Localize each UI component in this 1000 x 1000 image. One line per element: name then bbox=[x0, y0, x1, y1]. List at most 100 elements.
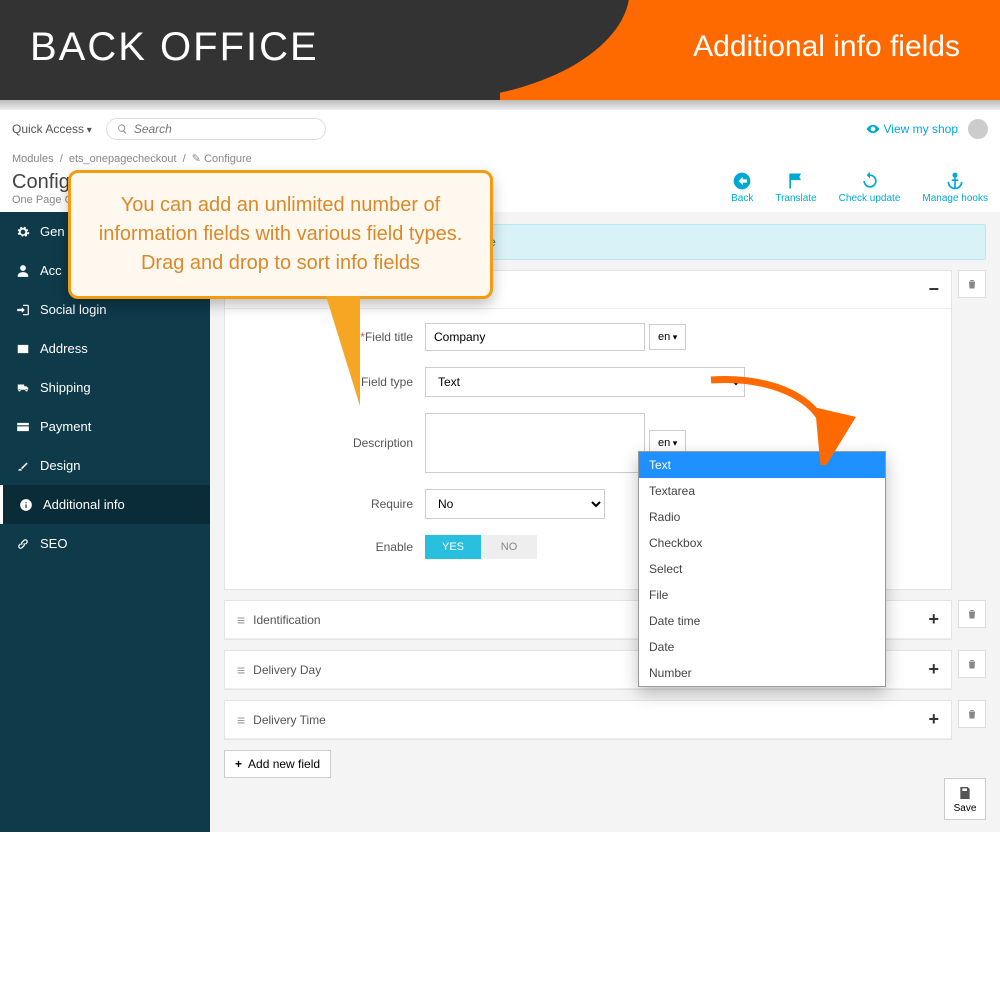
dropdown-option[interactable]: Number bbox=[639, 660, 885, 686]
collapse-button[interactable]: − bbox=[928, 279, 939, 300]
translate-label: Translate bbox=[775, 193, 816, 204]
sidebar-item-label: Payment bbox=[40, 419, 91, 434]
credit-card-icon bbox=[16, 420, 30, 434]
translate-button[interactable]: Translate bbox=[775, 171, 816, 206]
sidebar-item-label: Acc bbox=[40, 263, 62, 278]
expand-button[interactable]: + bbox=[928, 659, 939, 680]
card-icon bbox=[16, 342, 30, 356]
anchor-icon bbox=[945, 171, 965, 191]
info-icon bbox=[19, 498, 33, 512]
panel-title: Identification bbox=[253, 613, 320, 627]
sidebar: Gen Acc Social login Address Shipping Pa… bbox=[0, 212, 210, 832]
page-title: Config bbox=[12, 171, 73, 194]
drag-handle-icon[interactable]: ≡ bbox=[237, 612, 245, 628]
gear-icon bbox=[16, 225, 30, 239]
sidebar-item-label: SEO bbox=[40, 536, 67, 551]
label-require: Require bbox=[245, 497, 425, 511]
save-button[interactable]: Save bbox=[944, 778, 986, 820]
sidebar-item-label: Additional info bbox=[43, 497, 125, 512]
back-icon bbox=[732, 171, 752, 191]
help-callout: You can add an unlimited number of infor… bbox=[68, 170, 493, 299]
select-require[interactable]: No bbox=[425, 489, 605, 519]
crumb-modules[interactable]: Modules bbox=[12, 153, 54, 165]
expand-button[interactable]: + bbox=[928, 709, 939, 730]
trash-icon bbox=[966, 608, 978, 620]
breadcrumb: Modules / ets_onepagecheckout / ✎ Config… bbox=[0, 148, 1000, 169]
expand-button[interactable]: + bbox=[928, 609, 939, 630]
top-toolbar: Quick Access View my shop bbox=[0, 110, 1000, 148]
sidebar-item-design[interactable]: Design bbox=[0, 446, 210, 485]
sidebar-item-label: Design bbox=[40, 458, 80, 473]
view-shop-link[interactable]: View my shop bbox=[866, 122, 958, 136]
add-field-label: Add new field bbox=[248, 757, 320, 771]
refresh-icon bbox=[860, 171, 880, 191]
delete-button[interactable] bbox=[958, 700, 986, 728]
back-button[interactable]: Back bbox=[731, 171, 753, 206]
dropdown-option[interactable]: Textarea bbox=[639, 478, 885, 504]
search-box[interactable] bbox=[106, 118, 326, 140]
field-type-dropdown[interactable]: TextTextareaRadioCheckboxSelectFileDate … bbox=[638, 451, 886, 687]
eye-icon bbox=[866, 122, 880, 136]
sidebar-item-seo[interactable]: SEO bbox=[0, 524, 210, 563]
dropdown-option[interactable]: Select bbox=[639, 556, 885, 582]
check-label: Check update bbox=[839, 193, 901, 204]
banner-title-left: BACK OFFICE bbox=[30, 25, 319, 70]
crumb-module[interactable]: ets_onepagecheckout bbox=[69, 153, 177, 165]
input-field-title[interactable] bbox=[425, 323, 645, 351]
sidebar-item-additional-info[interactable]: Additional info bbox=[0, 485, 210, 524]
label-enable: Enable bbox=[245, 540, 425, 554]
textarea-description[interactable] bbox=[425, 413, 645, 473]
link-icon bbox=[16, 537, 30, 551]
truck-icon bbox=[16, 381, 30, 395]
save-label: Save bbox=[954, 803, 977, 814]
add-field-button[interactable]: Add new field bbox=[224, 750, 331, 778]
dropdown-option[interactable]: Date bbox=[639, 634, 885, 660]
login-icon bbox=[16, 303, 30, 317]
dropdown-option[interactable]: File bbox=[639, 582, 885, 608]
drag-handle-icon[interactable]: ≡ bbox=[237, 712, 245, 728]
user-icon bbox=[16, 264, 30, 278]
manage-hooks-button[interactable]: Manage hooks bbox=[922, 171, 988, 206]
delete-button[interactable] bbox=[958, 650, 986, 678]
crumb-configure[interactable]: Configure bbox=[204, 153, 252, 165]
delete-company-button[interactable] bbox=[958, 270, 986, 298]
check-update-button[interactable]: Check update bbox=[839, 171, 901, 206]
dropdown-option[interactable]: Checkbox bbox=[639, 530, 885, 556]
panel-title: Delivery Day bbox=[253, 663, 321, 677]
toggle-yes[interactable]: YES bbox=[425, 535, 481, 559]
sidebar-item-label: Shipping bbox=[40, 380, 91, 395]
panel-collapsed: ≡ Delivery Time + bbox=[224, 700, 952, 740]
toggle-enable[interactable]: YES NO bbox=[425, 535, 537, 559]
dropdown-option[interactable]: Text bbox=[639, 452, 885, 478]
save-icon bbox=[957, 785, 973, 801]
flag-icon bbox=[786, 171, 806, 191]
label-description: Description bbox=[245, 436, 425, 450]
promo-banner: BACK OFFICE Additional info fields bbox=[0, 0, 1000, 110]
sidebar-item-address[interactable]: Address bbox=[0, 329, 210, 368]
banner-title-right: Additional info fields bbox=[693, 30, 960, 64]
trash-icon bbox=[966, 708, 978, 720]
page-subtitle: One Page C bbox=[12, 194, 73, 206]
callout-text: You can add an unlimited number of infor… bbox=[99, 194, 463, 274]
panel-title: Delivery Time bbox=[253, 713, 326, 727]
trash-icon bbox=[966, 658, 978, 670]
quick-access-menu[interactable]: Quick Access bbox=[12, 122, 92, 136]
sidebar-item-label: Gen bbox=[40, 224, 65, 239]
toggle-no[interactable]: NO bbox=[481, 535, 537, 559]
select-field-type[interactable]: Text bbox=[425, 367, 745, 397]
panel-head[interactable]: ≡ Delivery Time + bbox=[225, 701, 951, 739]
view-shop-label: View my shop bbox=[884, 122, 958, 136]
sidebar-item-shipping[interactable]: Shipping bbox=[0, 368, 210, 407]
search-icon bbox=[117, 123, 128, 135]
hooks-label: Manage hooks bbox=[922, 193, 988, 204]
sidebar-item-label: Address bbox=[40, 341, 88, 356]
lang-selector[interactable]: en bbox=[649, 324, 686, 350]
sidebar-item-label: Social login bbox=[40, 302, 107, 317]
sidebar-item-payment[interactable]: Payment bbox=[0, 407, 210, 446]
delete-button[interactable] bbox=[958, 600, 986, 628]
user-avatar[interactable] bbox=[968, 119, 988, 139]
drag-handle-icon[interactable]: ≡ bbox=[237, 662, 245, 678]
search-input[interactable] bbox=[134, 122, 315, 136]
dropdown-option[interactable]: Radio bbox=[639, 504, 885, 530]
dropdown-option[interactable]: Date time bbox=[639, 608, 885, 634]
